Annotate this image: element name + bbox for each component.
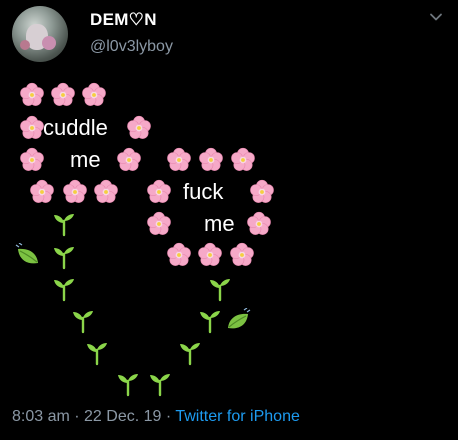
seedling-icon [69, 307, 97, 335]
cherry-blossom-icon [196, 241, 224, 269]
cherry-blossom-icon [80, 81, 108, 109]
leaf-fluttering-icon [224, 307, 252, 335]
cherry-blossom-icon [61, 178, 89, 206]
seedling-icon [114, 370, 142, 398]
seedling-icon [206, 275, 234, 303]
seedling-icon [50, 243, 78, 271]
cherry-blossom-icon [248, 178, 276, 206]
cherry-blossom-icon [145, 210, 173, 238]
seedling-icon [83, 339, 111, 367]
cherry-blossom-icon [245, 210, 273, 238]
seedling-icon [50, 275, 78, 303]
cherry-blossom-icon [18, 146, 46, 174]
tweet-word: me [204, 211, 235, 236]
seedling-icon [50, 210, 78, 238]
leaf-fluttering-icon [14, 242, 42, 270]
cherry-blossom-icon [165, 146, 193, 174]
cherry-blossom-icon [18, 81, 46, 109]
cherry-blossom-icon [229, 146, 257, 174]
tweet-time[interactable]: 8:03 am [12, 408, 70, 425]
tweet-source-link[interactable]: Twitter for iPhone [175, 408, 300, 425]
seedling-icon [146, 370, 174, 398]
tweet-meta: 8:03 am · 22 Dec. 19 · Twitter for iPhon… [12, 408, 300, 426]
cherry-blossom-icon [228, 241, 256, 269]
cherry-blossom-icon [197, 146, 225, 174]
cherry-blossom-icon [165, 241, 193, 269]
separator: · [69, 408, 85, 425]
tweet-word: cuddle [43, 115, 108, 140]
cherry-blossom-icon [18, 114, 46, 142]
separator: · [161, 408, 176, 425]
cherry-blossom-icon [125, 114, 153, 142]
cherry-blossom-icon [28, 178, 56, 206]
cherry-blossom-icon [115, 146, 143, 174]
cherry-blossom-icon [49, 81, 77, 109]
seedling-icon [196, 307, 224, 335]
cherry-blossom-icon [145, 178, 173, 206]
cherry-blossom-icon [92, 178, 120, 206]
tweet-word: fuck [183, 179, 224, 204]
tweet-text: cuddle me fuck me [0, 0, 458, 400]
tweet-date[interactable]: 22 Dec. 19 [84, 408, 161, 425]
seedling-icon [176, 339, 204, 367]
tweet-word: me [70, 147, 101, 172]
